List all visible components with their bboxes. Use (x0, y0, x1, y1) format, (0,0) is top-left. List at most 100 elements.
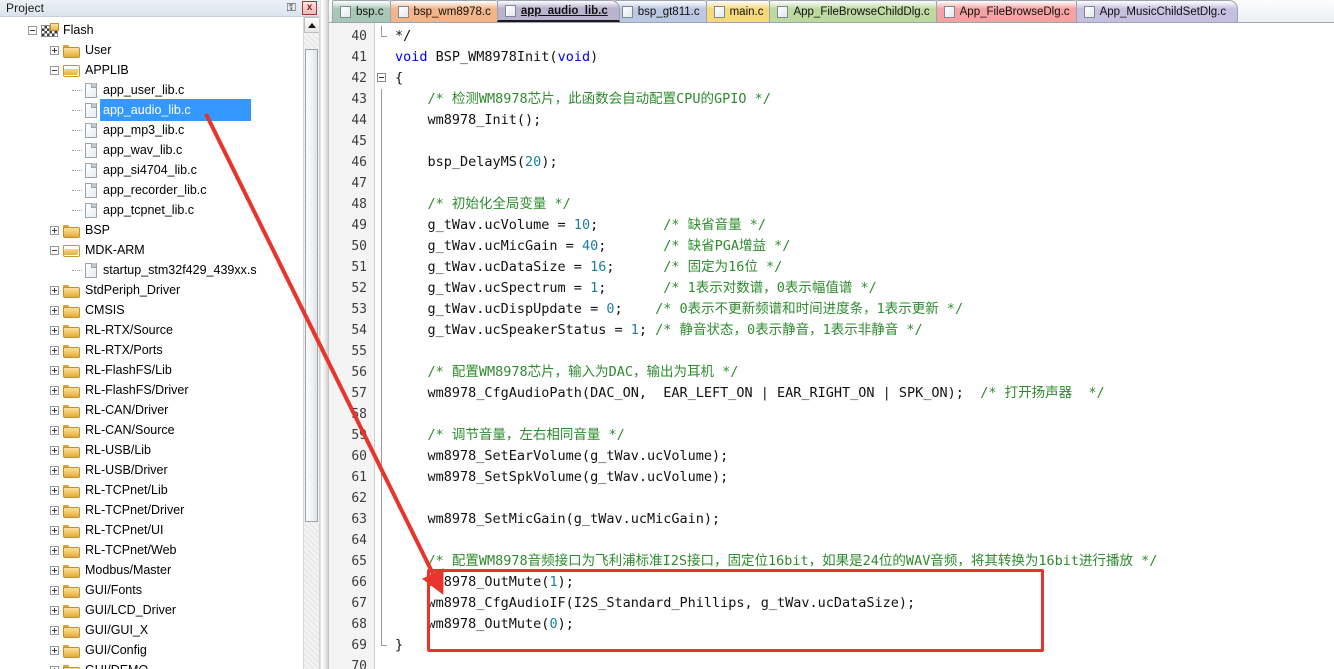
expand-icon[interactable] (50, 505, 59, 515)
project-tree[interactable]: Flash User APPLIB app_user_lib.c app_audio_l… (0, 17, 303, 669)
tree-item-rl-rtx-ports[interactable]: RL-RTX/Ports (0, 340, 303, 360)
editor-tab-app-musicchildsetdlg-c[interactable]: App_MusicChildSetDlg.c (1075, 0, 1239, 22)
tree-item-stdperiph-driver[interactable]: StdPeriph_Driver (0, 280, 303, 300)
code-line[interactable]: wm8978_SetMicGain(g_tWav.ucMicGain); (391, 509, 1334, 530)
expand-icon[interactable] (50, 285, 59, 295)
expand-icon[interactable] (50, 305, 59, 315)
expand-icon[interactable] (50, 485, 59, 495)
tree-item-gui-demo[interactable]: GUI/DEMO (0, 660, 303, 669)
collapse-icon[interactable] (28, 25, 37, 35)
code-line[interactable] (391, 131, 1334, 152)
expand-icon[interactable] (50, 345, 59, 355)
expand-icon[interactable] (50, 625, 59, 635)
tree-item-rl-flashfs-lib[interactable]: RL-FlashFS/Lib (0, 360, 303, 380)
scroll-up-arrow-icon[interactable] (304, 17, 319, 33)
close-icon[interactable]: x (302, 1, 317, 15)
tree-item-rl-can-driver[interactable]: RL-CAN/Driver (0, 400, 303, 420)
code-line[interactable]: void BSP_WM8978Init(void) (391, 47, 1334, 68)
expand-icon[interactable] (50, 645, 59, 655)
code-line[interactable]: /* 调节音量，左右相同音量 */ (391, 425, 1334, 446)
fold-collapse-icon[interactable] (377, 73, 386, 82)
tree-item-rl-tcpnet-driver[interactable]: RL-TCPnet/Driver (0, 500, 303, 520)
tree-item-applib[interactable]: APPLIB (0, 60, 303, 80)
fold-marker[interactable] (375, 68, 391, 89)
panel-splitter[interactable] (320, 0, 329, 669)
tree-item-app-recorder-lib-c[interactable]: app_recorder_lib.c (0, 180, 303, 200)
editor-tab-bsp-gt811-c[interactable]: bsp_gt811.c (613, 0, 712, 22)
expand-icon[interactable] (50, 665, 59, 669)
tree-item-rl-tcpnet-ui[interactable]: RL-TCPnet/UI (0, 520, 303, 540)
editor-tab-app-filebrowsechilddlg-c[interactable]: App_FileBrowseChildDlg.c (769, 0, 942, 22)
code-line[interactable]: /* 初始化全局变量 */ (391, 194, 1334, 215)
tree-item-app-mp3-lib-c[interactable]: app_mp3_lib.c (0, 120, 303, 140)
tree-item-mdk-arm[interactable]: MDK-ARM (0, 240, 303, 260)
code-folding-column[interactable] (375, 23, 391, 669)
expand-icon[interactable] (50, 385, 59, 395)
code-line[interactable]: g_tWav.ucVolume = 10; /* 缺省音量 */ (391, 215, 1334, 236)
tree-item-bsp[interactable]: BSP (0, 220, 303, 240)
tree-item-app-wav-lib-c[interactable]: app_wav_lib.c (0, 140, 303, 160)
code-line[interactable]: /* 配置WM8978芯片，输入为DAC，输出为耳机 */ (391, 362, 1334, 383)
collapse-icon[interactable] (50, 245, 59, 255)
tree-item-rl-tcpnet-lib[interactable]: RL-TCPnet/Lib (0, 480, 303, 500)
code-line[interactable]: g_tWav.ucMicGain = 40; /* 缺省PGA增益 */ (391, 236, 1334, 257)
project-tree-scrollbar[interactable] (303, 17, 319, 669)
code-line[interactable]: { (391, 68, 1334, 89)
tree-item-rl-usb-lib[interactable]: RL-USB/Lib (0, 440, 303, 460)
editor-tab-bsp-c[interactable]: bsp.c (332, 0, 396, 22)
collapse-icon[interactable] (50, 65, 59, 75)
tree-item-rl-rtx-source[interactable]: RL-RTX/Source (0, 320, 303, 340)
code-line[interactable]: g_tWav.ucSpectrum = 1; /* 1表示对数谱，0表示幅值谱 … (391, 278, 1334, 299)
editor-tab-app-filebrowsedlg-c[interactable]: App_FileBrowseDlg.c (935, 0, 1082, 22)
tree-item-app-audio-lib-c[interactable]: app_audio_lib.c (0, 99, 303, 121)
code-line[interactable]: wm8978_SetSpkVolume(g_tWav.ucVolume); (391, 467, 1334, 488)
tree-item-gui-fonts[interactable]: GUI/Fonts (0, 580, 303, 600)
tree-item-rl-flashfs-driver[interactable]: RL-FlashFS/Driver (0, 380, 303, 400)
pin-icon[interactable]: ⚿ (284, 1, 299, 16)
code-line[interactable] (391, 173, 1334, 194)
code-line[interactable]: bsp_DelayMS(20); (391, 152, 1334, 173)
expand-icon[interactable] (50, 425, 59, 435)
tree-item-startup-stm32f429-439xx-s[interactable]: startup_stm32f429_439xx.s (0, 260, 303, 280)
code-line[interactable]: /* 检测WM8978芯片，此函数会自动配置CPU的GPIO */ (391, 89, 1334, 110)
code-line[interactable]: */ (391, 26, 1334, 47)
tree-item-app-tcpnet-lib-c[interactable]: app_tcpnet_lib.c (0, 200, 303, 220)
code-line[interactable]: g_tWav.ucDispUpdate = 0; /* 0表示不更新频谱和时间进… (391, 299, 1334, 320)
code-line[interactable]: wm8978_Init(); (391, 110, 1334, 131)
code-line[interactable] (391, 404, 1334, 425)
expand-icon[interactable] (50, 405, 59, 415)
code-line[interactable]: wm8978_CfgAudioPath(DAC_ON, EAR_LEFT_ON … (391, 383, 1334, 404)
expand-icon[interactable] (50, 545, 59, 555)
tree-item-cmsis[interactable]: CMSIS (0, 300, 303, 320)
expand-icon[interactable] (50, 445, 59, 455)
tree-item-rl-tcpnet-web[interactable]: RL-TCPnet/Web (0, 540, 303, 560)
tree-item-user[interactable]: User (0, 40, 303, 60)
code-line[interactable] (391, 530, 1334, 551)
tree-item-rl-can-source[interactable]: RL-CAN/Source (0, 420, 303, 440)
tree-item-gui-gui-x[interactable]: GUI/GUI_X (0, 620, 303, 640)
tree-item-gui-lcd-driver[interactable]: GUI/LCD_Driver (0, 600, 303, 620)
code-line[interactable]: g_tWav.ucSpeakerStatus = 1; /* 静音状态，0表示静… (391, 320, 1334, 341)
editor-tab-app-audio-lib-c[interactable]: app_audio_lib.c (496, 0, 620, 22)
tree-item-app-user-lib-c[interactable]: app_user_lib.c (0, 80, 303, 100)
editor-tab-main-c[interactable]: main.c (705, 0, 776, 22)
code-line[interactable] (391, 341, 1334, 362)
expand-icon[interactable] (50, 465, 59, 475)
code-line[interactable]: wm8978_SetEarVolume(g_tWav.ucVolume); (391, 446, 1334, 467)
expand-icon[interactable] (50, 45, 59, 55)
code-line[interactable] (391, 488, 1334, 509)
expand-icon[interactable] (50, 325, 59, 335)
tree-item-rl-usb-driver[interactable]: RL-USB/Driver (0, 460, 303, 480)
tree-item-gui-config[interactable]: GUI/Config (0, 640, 303, 660)
tree-item-app-si4704-lib-c[interactable]: app_si4704_lib.c (0, 160, 303, 180)
editor-tab-bsp-wm8978-c[interactable]: bsp_wm8978.c (389, 0, 503, 22)
expand-icon[interactable] (50, 225, 59, 235)
expand-icon[interactable] (50, 525, 59, 535)
expand-icon[interactable] (50, 565, 59, 575)
code-line[interactable] (391, 656, 1334, 669)
code-line[interactable]: g_tWav.ucDataSize = 16; /* 固定为16位 */ (391, 257, 1334, 278)
expand-icon[interactable] (50, 585, 59, 595)
editor-tabbar[interactable]: bsp.c bsp_wm8978.c app_audio_lib.c bsp_gt81… (329, 0, 1334, 23)
expand-icon[interactable] (50, 605, 59, 615)
scroll-track[interactable] (304, 34, 319, 669)
